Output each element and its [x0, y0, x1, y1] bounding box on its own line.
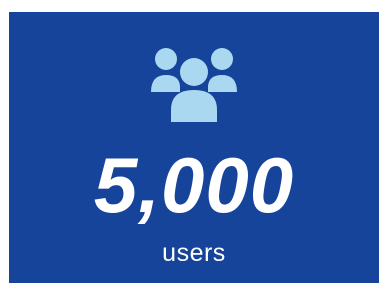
stat-value: 5,000: [93, 141, 295, 229]
users-group-icon: [9, 42, 379, 132]
stat-label: users: [162, 239, 226, 267]
stat-card: 5,000 users: [9, 12, 379, 283]
